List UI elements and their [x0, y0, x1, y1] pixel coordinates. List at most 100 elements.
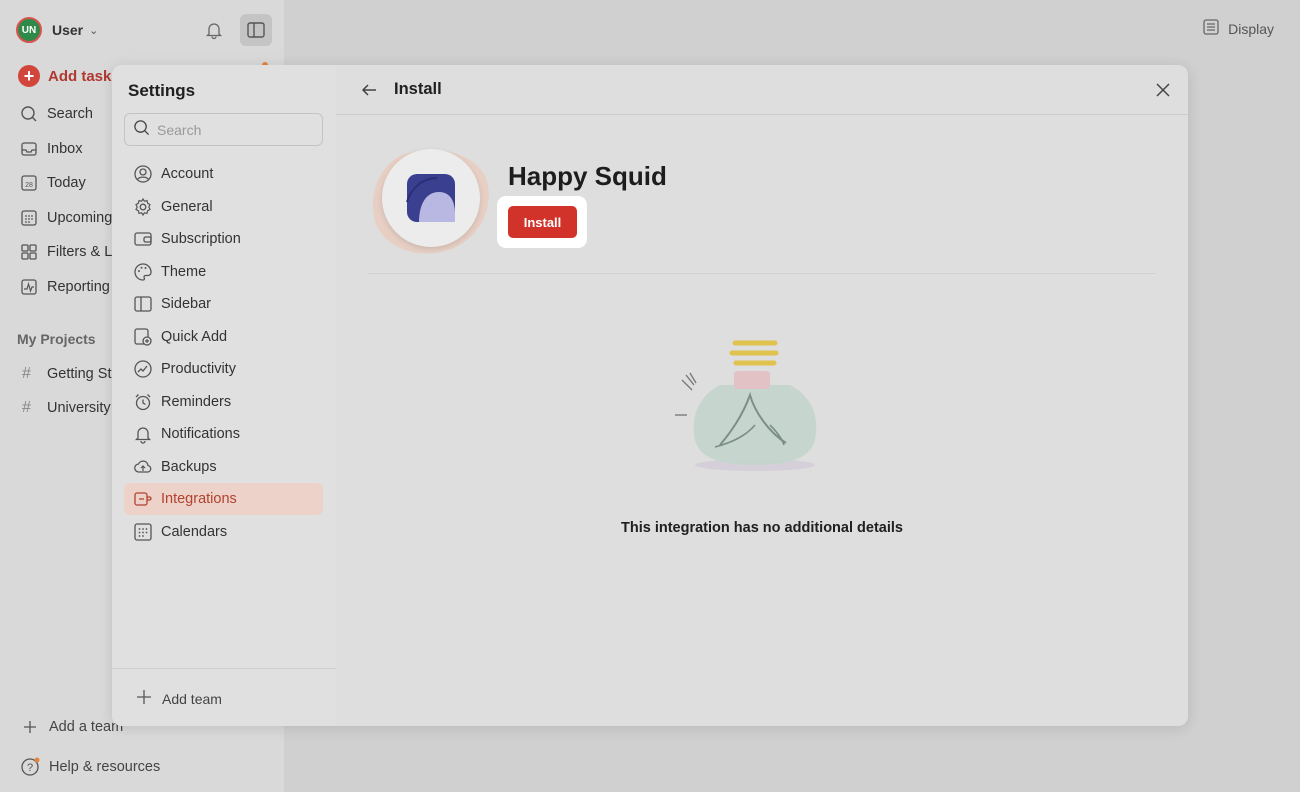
gear-icon	[133, 197, 153, 217]
sidebar-icon	[133, 294, 153, 314]
svg-text:?: ?	[27, 762, 33, 774]
settings-item-productivity[interactable]: Productivity	[124, 353, 323, 385]
close-icon[interactable]	[1152, 79, 1174, 101]
help-icon: ?	[20, 757, 40, 777]
user-name[interactable]: User	[52, 22, 83, 38]
settings-item-label: Backups	[161, 459, 217, 475]
nav-item-upcoming[interactable]: Upcoming	[20, 209, 112, 227]
project-item[interactable]: # University	[22, 399, 111, 417]
add-task-button[interactable]: + Add task	[18, 65, 111, 87]
quick-add-icon	[133, 327, 153, 347]
calendar-grid-icon	[133, 522, 153, 542]
cloud-icon	[133, 457, 153, 477]
happy-squid-logo-icon	[406, 174, 455, 222]
help-resources-button[interactable]: ? Help & resources	[20, 757, 160, 777]
calendar-day-icon: 28	[20, 174, 38, 192]
add-task-label: Add task	[48, 67, 112, 85]
back-arrow-icon[interactable]	[358, 79, 380, 101]
settings-item-label: Reminders	[161, 394, 232, 410]
plus-icon	[136, 689, 152, 708]
settings-item-theme[interactable]: Theme	[124, 256, 323, 288]
settings-title: Settings	[128, 81, 196, 100]
settings-item-sidebar[interactable]: Sidebar	[124, 288, 323, 320]
settings-item-label: Account	[161, 166, 214, 182]
settings-item-label: Quick Add	[161, 329, 228, 345]
settings-item-subscription[interactable]: Subscription	[124, 223, 323, 255]
add-team-label: Add team	[162, 690, 222, 707]
bell-icon[interactable]	[204, 20, 224, 40]
settings-search[interactable]	[124, 113, 323, 146]
settings-item-label: Sidebar	[161, 296, 211, 312]
settings-modal: Settings Account General Subscription Th…	[112, 65, 1188, 726]
settings-nav: Settings Account General Subscription Th…	[112, 65, 336, 726]
hash-icon: #	[22, 365, 31, 382]
divider	[368, 273, 1156, 274]
help-label: Help & resources	[49, 759, 161, 775]
settings-item-notifications[interactable]: Notifications	[124, 418, 323, 450]
settings-item-label: Subscription	[161, 231, 241, 247]
nav-item-search[interactable]: Search	[20, 105, 93, 123]
sidebar-layout-icon	[247, 22, 265, 38]
project-label: University	[47, 400, 111, 416]
settings-item-calendars[interactable]: Calendars	[124, 516, 323, 548]
search-icon	[20, 105, 38, 123]
alarm-icon	[133, 392, 153, 412]
display-button[interactable]: Display	[1202, 18, 1274, 39]
add-a-team-button[interactable]: Add a team	[20, 717, 123, 737]
wallet-icon	[133, 229, 153, 249]
settings-item-label: Theme	[161, 264, 207, 280]
nav-item-today[interactable]: 28 Today	[20, 174, 86, 192]
settings-item-backups[interactable]: Backups	[124, 451, 323, 483]
inbox-icon	[20, 140, 38, 158]
install-content: Install Happy Squid Install This integra…	[336, 65, 1188, 726]
settings-item-label: Integrations	[161, 491, 237, 507]
empty-state-message: This integration has no additional detai…	[621, 520, 903, 536]
settings-search-input[interactable]	[157, 121, 317, 138]
plus-icon: +	[18, 65, 40, 87]
reporting-icon	[20, 278, 38, 296]
settings-item-label: Notifications	[161, 426, 240, 442]
nav-label: Reporting	[47, 279, 110, 295]
page-title: Install	[394, 80, 442, 98]
nav-label: Today	[47, 175, 86, 191]
settings-item-general[interactable]: General	[124, 191, 323, 223]
nav-item-reporting[interactable]: Reporting	[20, 278, 110, 296]
settings-item-quick-add[interactable]: Quick Add	[124, 321, 323, 353]
empty-state-illustration	[675, 340, 817, 471]
settings-item-label: General	[161, 199, 213, 215]
settings-item-label: Productivity	[161, 361, 236, 377]
productivity-icon	[133, 359, 153, 379]
settings-item-reminders[interactable]: Reminders	[124, 386, 323, 418]
add-team-button[interactable]: Add team	[136, 689, 222, 708]
svg-text:28: 28	[25, 182, 33, 189]
logo-circle	[382, 149, 480, 247]
content-header: Install	[336, 65, 1188, 115]
integrations-icon	[133, 489, 153, 509]
user-header[interactable]: UN User ⌄	[16, 14, 272, 46]
nav-label: Upcoming	[47, 210, 113, 226]
divider	[112, 668, 336, 669]
display-icon	[1202, 18, 1220, 39]
bell-icon	[133, 424, 153, 444]
display-label: Display	[1228, 20, 1274, 37]
app-name: Happy Squid	[508, 161, 667, 191]
nav-label: Search	[47, 106, 93, 122]
search-icon	[133, 119, 150, 141]
hash-icon: #	[22, 399, 31, 416]
avatar[interactable]: UN	[16, 17, 42, 43]
toggle-sidebar-button[interactable]	[240, 14, 272, 46]
projects-section-title[interactable]: My Projects	[17, 331, 96, 347]
nav-label: Inbox	[47, 141, 83, 157]
install-button[interactable]: Install	[508, 206, 577, 238]
settings-item-account[interactable]: Account	[124, 158, 323, 190]
calendar-grid-icon	[20, 209, 38, 227]
palette-icon	[133, 262, 153, 282]
app-logo	[362, 137, 500, 265]
filters-icon	[20, 243, 38, 261]
settings-item-label: Calendars	[161, 524, 228, 540]
chevron-down-icon[interactable]: ⌄	[89, 24, 98, 37]
account-icon	[133, 164, 153, 184]
plus-icon	[20, 717, 40, 737]
nav-item-inbox[interactable]: Inbox	[20, 140, 82, 158]
settings-item-integrations[interactable]: Integrations	[124, 483, 323, 515]
